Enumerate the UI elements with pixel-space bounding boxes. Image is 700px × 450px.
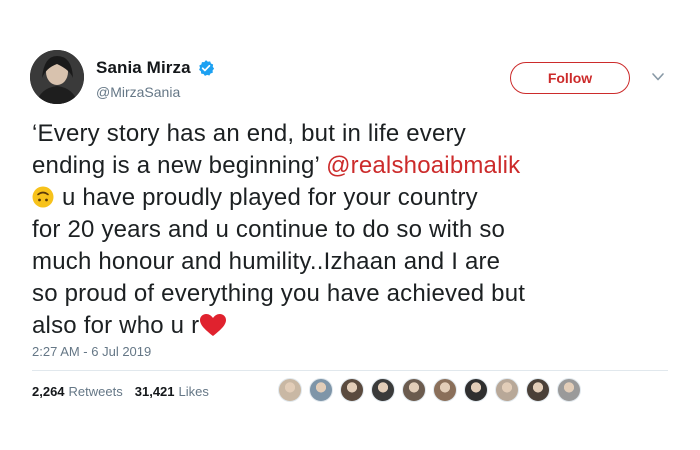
tweet-line: so proud of everything you have achieved… <box>32 280 526 307</box>
retweets-label[interactable]: Retweets <box>69 384 123 399</box>
mention-link[interactable]: @realshoaibmalik <box>326 152 520 179</box>
liker-avatar-2-icon[interactable] <box>309 378 333 402</box>
liker-avatar-7-icon[interactable] <box>464 378 488 402</box>
liker-avatar-6-icon[interactable] <box>433 378 457 402</box>
chevron-down-icon[interactable] <box>650 70 666 84</box>
tweet-line-text: also for who u r <box>32 312 200 339</box>
liker-avatar-3-icon[interactable] <box>340 378 364 402</box>
tweet-line: ‘Every story has an end, but in life eve… <box>32 120 466 147</box>
liker-avatars <box>278 378 588 402</box>
verified-badge-icon <box>198 60 214 76</box>
likes-label[interactable]: Likes <box>179 384 209 399</box>
author-name-row[interactable]: Sania Mirza <box>96 58 215 78</box>
tweet-line: ending is a new beginning’ @realshoaibma… <box>32 150 682 182</box>
red-heart-emoji-icon <box>200 314 227 336</box>
tweet-timestamp[interactable]: 2:27 AM - 6 Jul 2019 <box>32 344 151 359</box>
author-handle[interactable]: @MirzaSania <box>96 84 180 100</box>
retweets-count[interactable]: 2,264 <box>32 384 65 399</box>
tweet-line-text: ending is a new beginning’ <box>32 152 327 179</box>
tweet-line: also for who u r <box>32 310 682 342</box>
liker-avatar-10-icon[interactable] <box>557 378 581 402</box>
tweet-line: for 20 years and u continue to do so wit… <box>32 216 506 243</box>
tweet-card: Sania Mirza @MirzaSania Follow ‘Every st… <box>0 0 700 450</box>
likes-count[interactable]: 31,421 <box>135 384 175 399</box>
tweet-stats: 2,264 Retweets 31,421 Likes <box>32 384 221 399</box>
profile-photo-avatar-icon <box>30 50 84 104</box>
liker-avatar-5-icon[interactable] <box>402 378 426 402</box>
tweet-line-text: u have proudly played for your country <box>62 184 478 211</box>
liker-avatar-4-icon[interactable] <box>371 378 395 402</box>
liker-avatar-8-icon[interactable] <box>495 378 519 402</box>
tweet-line: much honour and humility..Izhaan and I a… <box>32 248 501 275</box>
author-display-name[interactable]: Sania Mirza <box>96 58 191 78</box>
follow-button[interactable]: Follow <box>510 62 630 94</box>
tweet-text: ‘Every story has an end, but in life eve… <box>32 118 682 342</box>
divider <box>32 370 668 371</box>
liker-avatar-1-icon[interactable] <box>278 378 302 402</box>
upside-down-face-emoji-icon <box>32 186 54 208</box>
liker-avatar-9-icon[interactable] <box>526 378 550 402</box>
tweet-line: u have proudly played for your country <box>32 182 682 214</box>
profile-avatar[interactable] <box>30 50 84 104</box>
